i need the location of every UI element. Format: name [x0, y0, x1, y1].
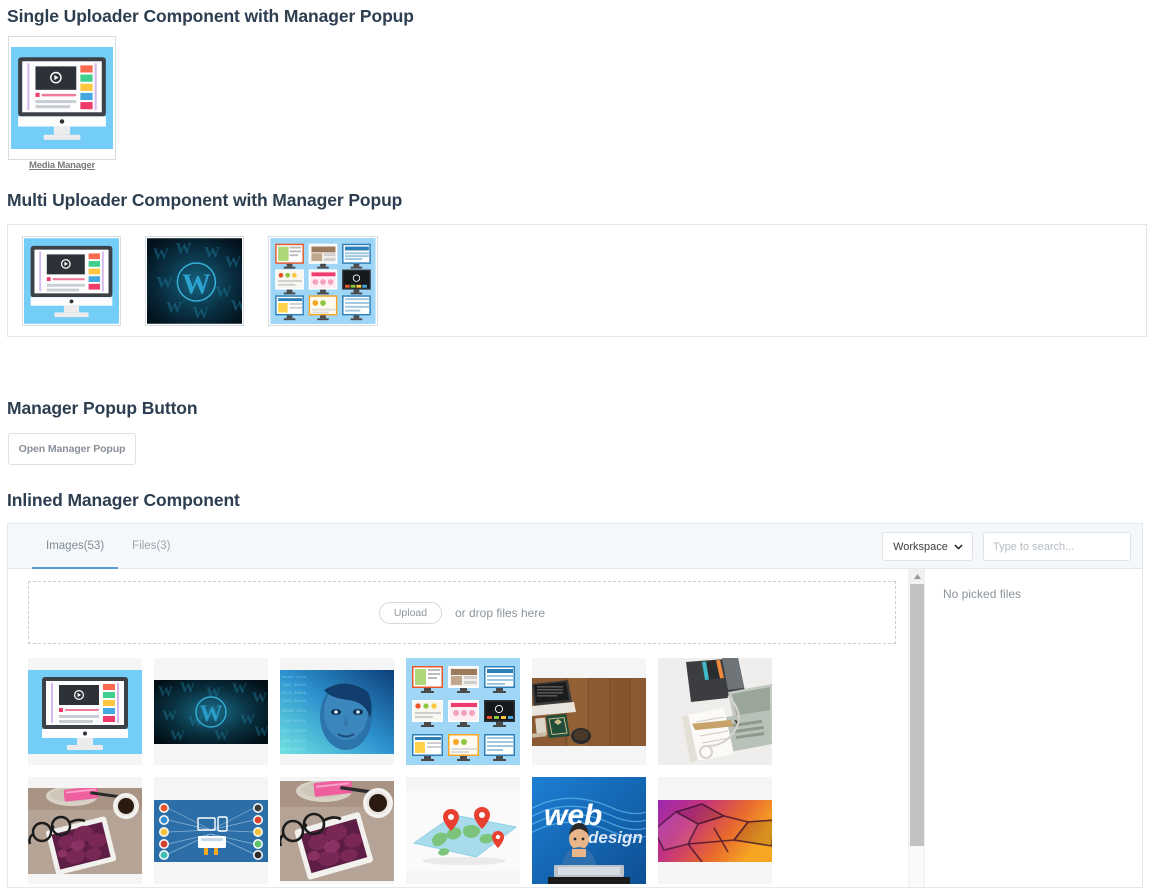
workspace-select-value: Workspace	[893, 540, 948, 553]
picked-files-panel: No picked files	[924, 569, 1142, 887]
page-title-popup: Manager Popup Button	[7, 398, 198, 418]
wooden-desk-laptop-icon	[532, 677, 646, 746]
svg-text:W: W	[170, 728, 185, 744]
svg-text:design: design	[588, 828, 643, 847]
monitor-video-illustration-icon	[28, 669, 142, 754]
svg-text:W: W	[176, 240, 192, 257]
digital-face-binary-icon: 01101 0110 1001 01101 0110 10010 1101 0110…	[280, 669, 394, 754]
svg-text:0110 10101: 0110 10101	[282, 748, 307, 752]
open-manager-popup-button[interactable]: Open Manager Popup	[8, 433, 136, 465]
web-templates-grid-icon	[270, 238, 376, 324]
multi-uploader-item-1[interactable]	[22, 236, 121, 326]
upload-button[interactable]: Upload	[378, 601, 442, 624]
chevron-down-icon	[954, 544, 963, 549]
media-tile[interactable]	[658, 777, 772, 884]
inlined-manager-component: Images(53) Files(3) Workspace Type to se…	[7, 523, 1143, 888]
monitor-video-illustration-icon	[24, 238, 119, 324]
svg-text:W: W	[214, 728, 229, 744]
web-templates-grid-icon	[406, 658, 520, 765]
svg-text:W: W	[153, 246, 169, 263]
manager-body: Upload or drop files here W W W W W W W …	[8, 569, 1142, 887]
svg-text:01001 1010: 01001 1010	[282, 710, 307, 714]
media-tile[interactable]: WWW WWW WWW WW W	[154, 658, 268, 765]
search-input[interactable]	[983, 532, 1131, 561]
desk-notebook-laptop-icon	[658, 658, 772, 765]
media-tile[interactable]	[280, 777, 394, 884]
multi-uploader-item-2[interactable]: WWW WWW WWW W	[145, 236, 244, 326]
world-map-pins-icon	[406, 790, 520, 871]
svg-text:W: W	[232, 681, 247, 697]
manager-toolbar-right: Workspace	[882, 532, 1131, 561]
svg-text:W: W	[240, 712, 255, 728]
monitor-video-illustration-icon	[11, 47, 113, 149]
scrollbar-thumb[interactable]	[910, 584, 924, 846]
svg-text:W: W	[204, 244, 220, 261]
svg-text:W: W	[166, 299, 182, 316]
media-tile[interactable]	[658, 658, 772, 765]
wordpress-logo-dark-icon: WWW WWW W WW WW W	[154, 679, 268, 744]
tablet-glasses-coffee-2-icon	[280, 780, 394, 881]
page-title-multi: Multi Uploader Component with Manager Po…	[7, 190, 403, 210]
svg-text:W: W	[158, 684, 173, 700]
scroll-up-arrow-icon[interactable]	[909, 569, 925, 584]
tab-images[interactable]: Images(53)	[32, 524, 119, 569]
tab-files[interactable]: Files(3)	[118, 524, 184, 569]
grid-scrollbar[interactable]	[908, 569, 925, 887]
svg-text:W: W	[200, 701, 223, 726]
svg-text:01101 0110: 01101 0110	[282, 676, 307, 680]
svg-text:W: W	[252, 690, 267, 706]
svg-text:1010 01101: 1010 01101	[282, 740, 307, 744]
picked-files-empty-text: No picked files	[943, 587, 1022, 601]
svg-text:W: W	[180, 680, 195, 696]
svg-text:0110 10010: 0110 10010	[282, 692, 307, 696]
svg-text:1101 01100: 1101 01100	[282, 700, 307, 704]
dropzone-hint: or drop files here	[454, 605, 546, 620]
media-tile[interactable]: 01101 0110 1001 01101 0110 10010 1101 0110…	[280, 658, 394, 765]
tablet-glasses-coffee-icon	[28, 787, 142, 874]
multi-uploader-item-3[interactable]	[268, 236, 378, 326]
media-tile[interactable]	[532, 658, 646, 765]
purple-orange-abstract-icon	[658, 799, 772, 862]
media-tile[interactable]: web design	[532, 777, 646, 884]
workspace-select[interactable]: Workspace	[882, 532, 973, 561]
page-root: Single Uploader Component with Manager P…	[0, 0, 1154, 888]
svg-text:W: W	[193, 305, 209, 322]
multi-uploader-container: WWW WWW WWW W	[7, 224, 1147, 337]
network-devices-diagram-icon	[154, 799, 268, 862]
scroll-up-arrow-glyph	[913, 573, 921, 580]
svg-text:1100 01011: 1100 01011	[282, 720, 307, 724]
media-tile[interactable]	[154, 777, 268, 884]
media-tile[interactable]	[28, 658, 142, 765]
page-title-inline: Inlined Manager Component	[7, 490, 240, 510]
svg-text:1001 01101: 1001 01101	[282, 684, 307, 688]
svg-text:W: W	[162, 708, 177, 724]
svg-text:W: W	[254, 724, 268, 740]
svg-text:W: W	[231, 297, 242, 314]
svg-text:W: W	[182, 269, 211, 300]
multi-uploader-items: WWW WWW WWW W	[8, 225, 1146, 326]
manager-browse-pane: Upload or drop files here W W W W W W W …	[8, 569, 908, 887]
manager-toolbar: Images(53) Files(3) Workspace	[8, 524, 1142, 569]
svg-text:W: W	[157, 275, 173, 292]
media-manager-link-single[interactable]: Media Manager	[29, 160, 95, 171]
page-title-single: Single Uploader Component with Manager P…	[7, 6, 414, 26]
svg-text:W: W	[215, 284, 231, 301]
upload-dropzone[interactable]: Upload or drop files here	[28, 581, 896, 644]
media-tile[interactable]	[406, 777, 520, 884]
media-grid: WWW WWW WWW WW W 01101 0110 1001 01101 0…	[8, 644, 888, 887]
media-tile[interactable]	[406, 658, 520, 765]
wordpress-logo-dark-icon: WWW WWW WWW W	[147, 238, 242, 324]
media-tile[interactable]	[28, 777, 142, 884]
web-design-banner-icon: web design	[532, 777, 646, 884]
svg-text:W: W	[225, 254, 241, 271]
manager-tabs: Images(53) Files(3)	[32, 524, 185, 569]
svg-text:0101 11001: 0101 11001	[282, 730, 307, 734]
single-uploader-thumbnail[interactable]	[8, 36, 116, 160]
